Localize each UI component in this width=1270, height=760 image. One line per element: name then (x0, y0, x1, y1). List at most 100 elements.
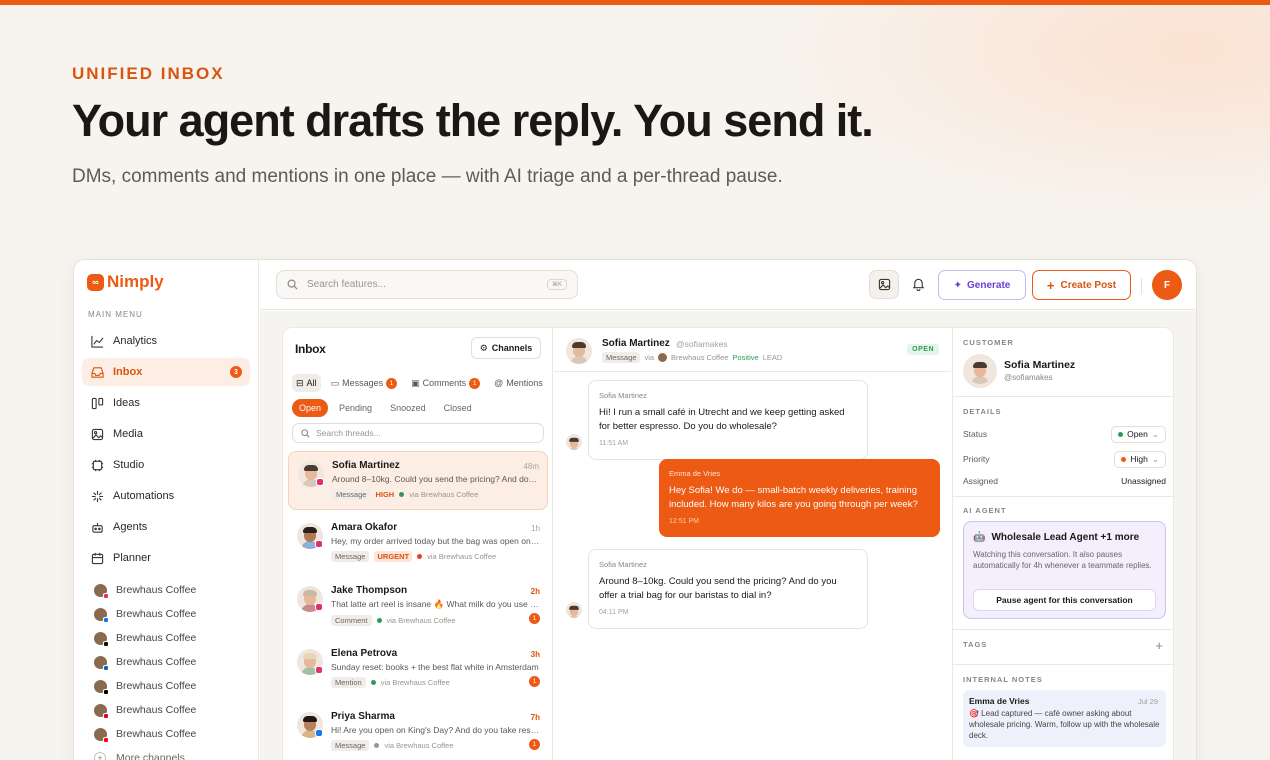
tab-pending[interactable]: Pending (332, 399, 379, 417)
agent-title: 🤖 Wholesale Lead Agent +1 more (973, 532, 1139, 543)
message-author: Sofia Martinez (599, 560, 647, 569)
chevron-down-icon: ⌄ (1151, 453, 1159, 464)
tab-snoozed[interactable]: Snoozed (383, 399, 433, 417)
main-menu-label: MAIN MENU (88, 310, 143, 319)
sidebar-item-inbox[interactable]: Inbox 3 (82, 358, 250, 386)
sidebar-item-analytics[interactable]: Analytics (82, 327, 250, 355)
details-section-label: DETAILS (963, 407, 1002, 416)
channel-label: Brewhaus Coffee (116, 680, 197, 692)
status-dropdown[interactable]: Open ⌄ (1111, 425, 1166, 443)
channel-item[interactable]: Brewhaus Coffee (94, 578, 196, 602)
tags-section-label: TAGS (963, 640, 988, 649)
avatar-art (566, 602, 582, 618)
sidebar-item-automations[interactable]: Automations (82, 482, 250, 510)
pause-agent-button[interactable]: Pause agent for this conversation (973, 589, 1156, 611)
instagram-icon (315, 603, 323, 611)
feature-search-input[interactable]: Search features... ⌘K (276, 270, 578, 299)
section-divider (953, 664, 1173, 665)
add-tag-button[interactable]: + (1155, 638, 1163, 653)
thread-meta: Message via Brewhaus Coffee (331, 740, 540, 751)
message-author: Emma de Vries (669, 469, 720, 478)
assigned-value[interactable]: Unassigned (1121, 476, 1166, 486)
search-shortcut: ⌘K (546, 279, 567, 290)
thread-type-tabs: ⊟ All ▭ Messages 1 ▣ Comments 1 @ Mentions (292, 374, 547, 392)
logo[interactable]: ∞ Nimply (87, 272, 164, 292)
tab-open[interactable]: Open (292, 399, 329, 417)
channel-item[interactable]: Brewhaus Coffee (94, 698, 196, 722)
channel-avatar (94, 679, 109, 695)
tab-closed[interactable]: Closed (437, 399, 479, 417)
notifications-button[interactable] (909, 275, 927, 293)
create-post-button[interactable]: + Create Post (1032, 270, 1131, 300)
tab-messages[interactable]: ▭ Messages 1 (327, 374, 402, 392)
conversation-name: Sofia Martinez (602, 338, 670, 349)
thread-item[interactable]: Sofia Martinez 48m Around 8–10kg. Could … (288, 451, 548, 510)
thread-preview: Hey, my order arrived today but the bag … (331, 536, 540, 546)
sidebar-item-media[interactable]: Media (82, 420, 250, 448)
channel-avatar (94, 703, 109, 719)
channel-label: Brewhaus Coffee (116, 584, 197, 596)
channel-avatar (94, 655, 109, 671)
pinterest-icon (103, 712, 109, 719)
thread-item[interactable]: Amara Okafor 1h Hey, my order arrived to… (288, 514, 548, 573)
tab-all[interactable]: ⊟ All (292, 374, 321, 392)
channels-button[interactable]: ⚙ Channels (471, 337, 541, 359)
sidebar-item-studio[interactable]: Studio (82, 451, 250, 479)
priority-label: URGENT (374, 551, 413, 562)
thread-item[interactable]: Priya Sharma 7h Hi! Are you open on King… (288, 703, 548, 760)
message-time: 11:51 AM (599, 440, 629, 447)
assigned-row: Assigned Unassigned (963, 472, 1166, 490)
sidebar-item-agents[interactable]: Agents (82, 513, 250, 541)
channel-item[interactable]: Brewhaus Coffee (94, 650, 196, 674)
sidebar-item-label: Agents (113, 521, 148, 533)
channel-avatar (658, 353, 668, 362)
avatar-art (566, 338, 592, 364)
tab-comments[interactable]: ▣ Comments 1 (407, 374, 484, 392)
channel-avatar (94, 583, 109, 599)
image-icon (90, 427, 104, 441)
thread-type-tag: Mention (331, 677, 366, 688)
customer-handle: @sofiamakes (1004, 373, 1053, 382)
thread-meta: Message URGENT via Brewhaus Coffee (331, 551, 540, 562)
priority-dot (1121, 456, 1127, 462)
channel-label: Brewhaus Coffee (116, 656, 197, 668)
hero-headline: Your agent drafts the reply. You send it… (72, 95, 874, 146)
channel-item[interactable]: Brewhaus Coffee (94, 722, 196, 746)
message-text: Around 8–10kg. Could you send the pricin… (599, 576, 837, 601)
avatar (566, 338, 592, 364)
channel-item[interactable]: Brewhaus Coffee (94, 602, 196, 626)
sentiment-label: Positive (732, 353, 759, 362)
message-author: Sofia Martinez (599, 391, 647, 400)
more-channels-button[interactable]: + More channels (94, 746, 196, 760)
tab-label: Mentions (506, 378, 543, 388)
unread-badge: 1 (529, 613, 540, 624)
status-tabs: Open Pending Snoozed Closed (292, 399, 479, 417)
sidebar-item-planner[interactable]: Planner (82, 544, 250, 572)
thread-item[interactable]: Elena Petrova 3h Sunday reset: books + t… (288, 640, 548, 699)
search-icon (287, 279, 298, 290)
thread-name: Priya Sharma (331, 711, 395, 722)
customer-section-label: CUSTOMER (963, 338, 1014, 347)
priority-dropdown[interactable]: High ⌄ (1114, 450, 1166, 468)
sidebar-item-ideas[interactable]: Ideas (82, 389, 250, 417)
generate-button[interactable]: ✦ Generate (938, 270, 1026, 300)
media-button[interactable] (869, 270, 899, 299)
thread-item[interactable]: Jake Thompson 2h That latte art reel is … (288, 577, 548, 636)
user-avatar[interactable]: F (1152, 270, 1182, 300)
facebook-icon (315, 729, 323, 737)
thread-search-input[interactable]: Search threads... (292, 423, 544, 443)
instagram-icon (315, 666, 323, 674)
avatar-hair (569, 605, 579, 610)
channel-item[interactable]: Brewhaus Coffee (94, 626, 196, 650)
gear-icon: ⚙ (479, 342, 488, 353)
channel-item[interactable]: Brewhaus Coffee (94, 674, 196, 698)
x-icon (103, 688, 109, 695)
via-account: Brewhaus Coffee (671, 353, 729, 362)
avatar (963, 354, 997, 388)
message-time: 04:11 PM (599, 609, 629, 616)
search-icon (301, 428, 310, 438)
tab-mentions[interactable]: @ Mentions (490, 374, 547, 392)
status-badge: OPEN (907, 344, 939, 355)
note-date: Jul 29 (1137, 697, 1158, 706)
channel-label: Brewhaus Coffee (116, 704, 197, 716)
